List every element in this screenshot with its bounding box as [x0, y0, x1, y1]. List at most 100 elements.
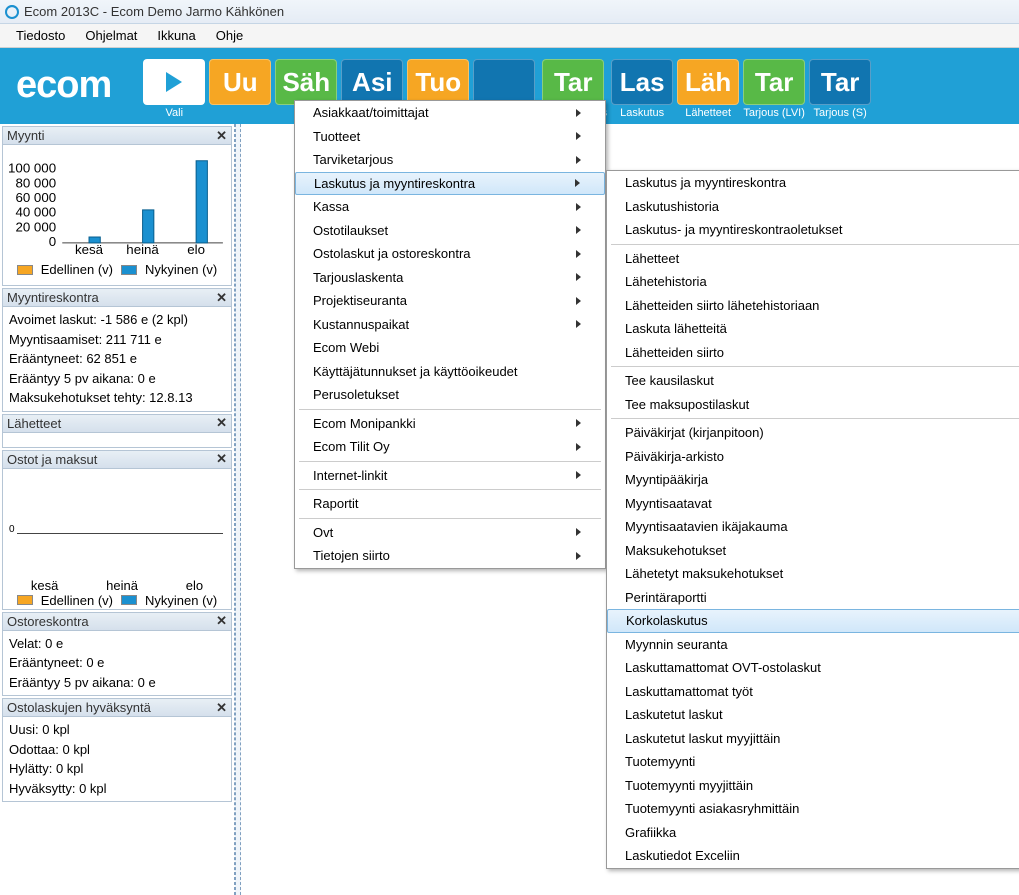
- close-icon[interactable]: ✕: [216, 128, 227, 144]
- toolbar-button[interactable]: TarTarjous (S): [809, 59, 871, 119]
- menu-item[interactable]: Lähetteiden siirto lähetehistoriaan: [607, 294, 1019, 318]
- menu-tiedosto[interactable]: Tiedosto: [6, 25, 75, 46]
- menu-item[interactable]: Käyttäjätunnukset ja käyttöoikeudet: [295, 360, 605, 384]
- menu-item[interactable]: Lähetteiden siirto: [607, 341, 1019, 365]
- legend-swatch-prev: [17, 595, 33, 605]
- widget-ostoreskontra: Ostoreskontra ✕ Velat: 0 eErääntyneet: 0…: [2, 612, 232, 697]
- resize-handle[interactable]: [235, 124, 241, 895]
- close-icon[interactable]: ✕: [216, 451, 227, 467]
- menu-item[interactable]: Ostotilaukset: [295, 219, 605, 243]
- menu-item[interactable]: Laskutus ja myyntireskontra: [295, 172, 605, 196]
- svg-text:60 000: 60 000: [15, 190, 56, 205]
- menu-item[interactable]: Ecom Tilit Oy: [295, 435, 605, 459]
- menu-item[interactable]: Ecom Webi: [295, 336, 605, 360]
- menu-item[interactable]: Perusoletukset: [295, 383, 605, 407]
- menu-item[interactable]: Kassa: [295, 195, 605, 219]
- menu-item-label: Laskuttamattomat työt: [625, 684, 753, 699]
- menu-item[interactable]: Laskutiedot Exceliin: [607, 844, 1019, 868]
- menu-item[interactable]: Laskutushistoria: [607, 195, 1019, 219]
- menu-item[interactable]: Ovt: [295, 521, 605, 545]
- menu-item-label: Laskutus- ja myyntireskontraoletukset: [625, 222, 842, 237]
- svg-text:20 000: 20 000: [15, 219, 56, 234]
- menu-item[interactable]: Päiväkirja-arkisto: [607, 445, 1019, 469]
- close-icon[interactable]: ✕: [216, 290, 227, 306]
- legend-swatch-prev: [17, 265, 33, 275]
- menu-item[interactable]: Myynnin seuranta: [607, 633, 1019, 657]
- menu-item-label: Tee maksupostilaskut: [625, 397, 749, 412]
- menu-item[interactable]: Lähetehistoria: [607, 270, 1019, 294]
- menu-item[interactable]: Korkolaskutus: [607, 609, 1019, 633]
- menu-item-label: Laskuttamattomat OVT-ostolaskut: [625, 660, 821, 675]
- legend-swatch-current: [121, 265, 137, 275]
- toolbar-button[interactable]: Uu: [209, 59, 271, 119]
- menu-item[interactable]: Tuotteet: [295, 125, 605, 149]
- menu-item[interactable]: Perintäraportti: [607, 586, 1019, 610]
- menu-item-label: Internet-linkit: [313, 468, 387, 483]
- menu-item[interactable]: Tuotemyynti: [607, 750, 1019, 774]
- close-icon[interactable]: ✕: [216, 700, 227, 716]
- menu-item[interactable]: Tarviketarjous: [295, 148, 605, 172]
- chevron-right-icon: [576, 528, 581, 536]
- info-line: Erääntyy 5 pv aikana: 0 e: [9, 673, 225, 693]
- menu-item[interactable]: Raportit: [295, 492, 605, 516]
- menu-item-label: Laskutus ja myyntireskontra: [625, 175, 786, 190]
- info-line: Odottaa: 0 kpl: [9, 740, 225, 760]
- menu-item[interactable]: Tuotemyynti asiakasryhmittäin: [607, 797, 1019, 821]
- menu-item[interactable]: Tee kausilaskut: [607, 369, 1019, 393]
- widget-hyvaksynta: Ostolaskujen hyväksyntä ✕ Uusi: 0 kplOdo…: [2, 698, 232, 802]
- menu-item[interactable]: Asiakkaat/toimittajat: [295, 101, 605, 125]
- chevron-right-icon: [576, 109, 581, 117]
- menu-item[interactable]: Myyntisaatavat: [607, 492, 1019, 516]
- menu-item[interactable]: Päiväkirjat (kirjanpitoon): [607, 421, 1019, 445]
- menu-item-label: Myyntisaatavien ikäjakauma: [625, 519, 788, 534]
- ohjelmat-menu: Asiakkaat/toimittajatTuotteetTarviketarj…: [294, 100, 606, 569]
- toolbar-button[interactable]: LasLaskutus: [611, 59, 673, 119]
- menu-item-label: Myyntipääkirja: [625, 472, 708, 487]
- menu-item[interactable]: Tee maksupostilaskut: [607, 393, 1019, 417]
- menu-ikkuna[interactable]: Ikkuna: [147, 25, 205, 46]
- chevron-right-icon: [576, 226, 581, 234]
- menu-item[interactable]: Lähetteet: [607, 247, 1019, 271]
- menu-item[interactable]: Tietojen siirto: [295, 544, 605, 568]
- chevron-right-icon: [576, 297, 581, 305]
- menu-item[interactable]: Laskutetut laskut myyjittäin: [607, 727, 1019, 751]
- toolbar-button[interactable]: Vali: [143, 59, 205, 119]
- menu-item[interactable]: Laskuta lähetteitä: [607, 317, 1019, 341]
- chevron-right-icon: [576, 552, 581, 560]
- close-icon[interactable]: ✕: [216, 613, 227, 629]
- menu-ohje[interactable]: Ohje: [206, 25, 253, 46]
- widget-title: Ostoreskontra: [7, 614, 89, 629]
- menu-ohjelmat[interactable]: Ohjelmat: [75, 25, 147, 46]
- close-icon[interactable]: ✕: [216, 415, 227, 431]
- menu-item[interactable]: Laskuttamattomat OVT-ostolaskut: [607, 656, 1019, 680]
- toolbar-button[interactable]: LähLähetteet: [677, 59, 739, 119]
- left-panel: Myynti ✕ 020 00040 00060 00080 000100 00…: [0, 124, 235, 895]
- menu-item-label: Korkolaskutus: [626, 613, 708, 628]
- menu-item[interactable]: Maksukehotukset: [607, 539, 1019, 563]
- menu-item[interactable]: Laskutus ja myyntireskontra: [607, 171, 1019, 195]
- menu-item[interactable]: Kustannuspaikat: [295, 313, 605, 337]
- menu-item[interactable]: Myyntipääkirja: [607, 468, 1019, 492]
- menu-item[interactable]: Myyntisaatavien ikäjakauma: [607, 515, 1019, 539]
- menu-item[interactable]: Grafiikka: [607, 821, 1019, 845]
- menu-item-label: Projektiseuranta: [313, 293, 407, 308]
- menu-item[interactable]: Ostolaskut ja ostoreskontra: [295, 242, 605, 266]
- info-line: Hyväksytty: 0 kpl: [9, 779, 225, 799]
- menu-item[interactable]: Projektiseuranta: [295, 289, 605, 313]
- menu-item[interactable]: Ecom Monipankki: [295, 412, 605, 436]
- info-line: Hylätty: 0 kpl: [9, 759, 225, 779]
- menu-item[interactable]: Tarjouslaskenta: [295, 266, 605, 290]
- widget-ostot: Ostot ja maksut ✕ 0 kesä heinä elo Edell…: [2, 450, 232, 610]
- menu-item[interactable]: Internet-linkit: [295, 464, 605, 488]
- toolbar-button[interactable]: TarTarjous (LVI): [743, 59, 805, 119]
- menu-item[interactable]: Lähetetyt maksukehotukset: [607, 562, 1019, 586]
- menu-item-label: Raportit: [313, 496, 359, 511]
- menu-item[interactable]: Laskutus- ja myyntireskontraoletukset: [607, 218, 1019, 242]
- menu-item-label: Laskutus ja myyntireskontra: [314, 176, 475, 191]
- widget-title: Myynti: [7, 128, 45, 143]
- menu-item[interactable]: Laskutetut laskut: [607, 703, 1019, 727]
- svg-text:0: 0: [49, 234, 56, 249]
- menu-item[interactable]: Laskuttamattomat työt: [607, 680, 1019, 704]
- toolbar-button-label: Tarjous (LVI): [743, 107, 805, 119]
- menu-item[interactable]: Tuotemyynti myyjittäin: [607, 774, 1019, 798]
